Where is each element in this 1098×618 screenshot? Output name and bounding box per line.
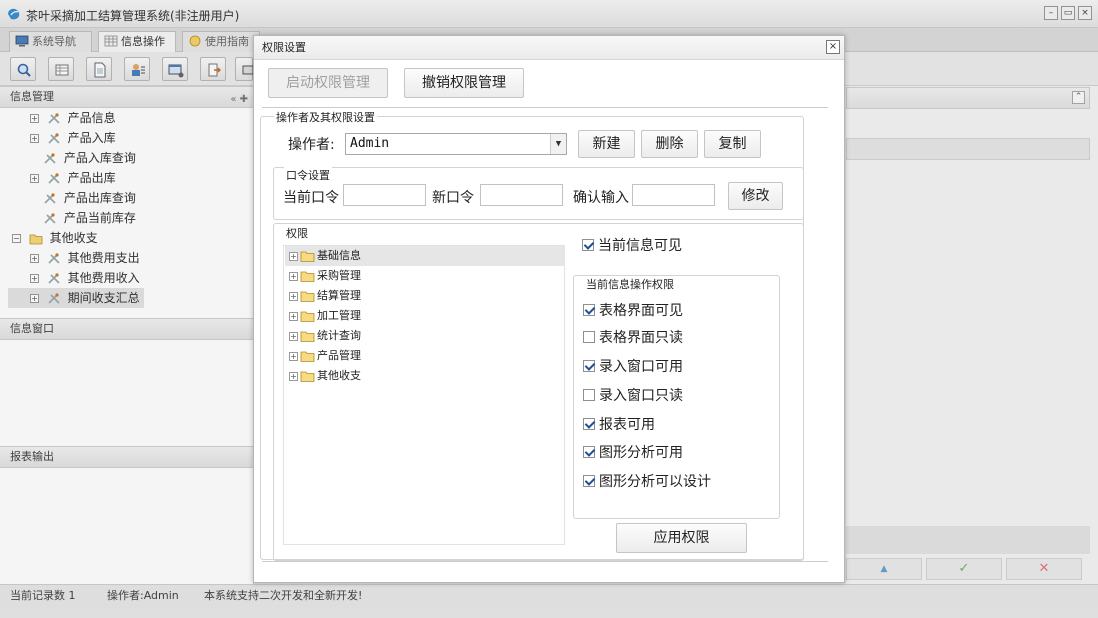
perm-tree-item[interactable]: + 产品管理 [285, 346, 361, 366]
expand-icon[interactable]: + [289, 251, 298, 261]
perm-tree-item[interactable]: + 统计查询 [285, 326, 361, 346]
perm-tree-item[interactable]: + 结算管理 [285, 286, 361, 306]
visible-checkbox[interactable] [582, 239, 594, 251]
new-password-label: 新口令 [432, 190, 474, 206]
folder-icon [300, 351, 315, 362]
operator-label: 操作者: [288, 137, 335, 153]
delete-operator-button[interactable]: 删除 [641, 130, 698, 158]
op-checkbox[interactable] [583, 418, 595, 430]
folder-icon [300, 291, 315, 302]
folder-icon [300, 371, 315, 382]
op-label: 图形分析可以设计 [599, 474, 711, 490]
op-checkbox-row[interactable]: 录入窗口可用 [583, 357, 683, 377]
op-checkbox[interactable] [583, 446, 595, 458]
expand-icon[interactable]: + [289, 311, 298, 321]
revoke-permission-button[interactable]: 撤销权限管理 [404, 68, 524, 98]
perm-tree-label: 产品管理 [317, 349, 361, 362]
op-checkbox-row[interactable]: 录入窗口只读 [583, 386, 683, 406]
copy-operator-button[interactable]: 复制 [704, 130, 761, 158]
permission-section-label: 权限 [284, 225, 310, 241]
operator-value: Admin [350, 136, 390, 151]
op-label: 录入窗口只读 [599, 388, 683, 404]
op-label: 录入窗口可用 [599, 359, 683, 375]
dialog-titlebar: 权限设置 × [254, 36, 844, 60]
confirm-password-field[interactable] [632, 184, 715, 206]
current-password-field[interactable] [343, 184, 426, 206]
op-label: 表格界面可见 [599, 303, 683, 319]
op-label: 表格界面只读 [599, 330, 683, 346]
operator-select[interactable]: Admin ▼ [345, 133, 567, 155]
perm-tree-label: 统计查询 [317, 329, 361, 342]
ops-section-label: 当前信息操作权限 [584, 276, 676, 292]
confirm-password-label: 确认输入 [573, 190, 629, 206]
folder-icon [300, 271, 315, 282]
perm-tree-label: 其他收支 [317, 369, 361, 382]
perm-tree-label: 基础信息 [317, 249, 361, 262]
op-label: 图形分析可用 [599, 445, 683, 461]
enable-permission-button[interactable]: 启动权限管理 [268, 68, 388, 98]
op-checkbox-row[interactable]: 表格界面可见 [583, 301, 683, 321]
op-checkbox[interactable] [583, 389, 595, 401]
expand-icon[interactable]: + [289, 371, 298, 381]
divider-top [262, 107, 828, 108]
expand-icon[interactable]: + [289, 331, 298, 341]
op-label: 报表可用 [599, 417, 655, 433]
perm-tree-item[interactable]: + 采购管理 [285, 266, 361, 286]
visible-checkbox-row[interactable]: 当前信息可见 [582, 236, 682, 256]
perm-tree-label: 采购管理 [317, 269, 361, 282]
op-checkbox-row[interactable]: 图形分析可用 [583, 443, 683, 463]
perm-tree-item[interactable]: + 加工管理 [285, 306, 361, 326]
dialog-title: 权限设置 [262, 41, 306, 54]
chevron-down-icon[interactable]: ▼ [550, 134, 566, 154]
operator-section-label: 操作者及其权限设置 [274, 109, 377, 125]
op-checkbox-row[interactable]: 图形分析可以设计 [583, 472, 711, 492]
new-operator-button[interactable]: 新建 [578, 130, 635, 158]
op-checkbox[interactable] [583, 475, 595, 487]
perm-tree-label: 加工管理 [317, 309, 361, 322]
perm-tree-item[interactable]: + 基础信息 [285, 246, 565, 266]
new-password-field[interactable] [480, 184, 563, 206]
op-checkbox-row[interactable]: 表格界面只读 [583, 328, 683, 348]
expand-icon[interactable]: + [289, 291, 298, 301]
op-checkbox[interactable] [583, 304, 595, 316]
divider-bottom [262, 561, 828, 562]
perm-tree-label: 结算管理 [317, 289, 361, 302]
password-section-label: 口令设置 [284, 167, 332, 183]
apply-permission-button[interactable]: 应用权限 [616, 523, 747, 553]
current-password-label: 当前口令 [283, 190, 339, 206]
op-checkbox[interactable] [583, 331, 595, 343]
folder-icon [300, 331, 315, 342]
expand-icon[interactable]: + [289, 271, 298, 281]
op-checkbox[interactable] [583, 360, 595, 372]
close-icon[interactable]: × [826, 40, 840, 54]
permission-tree: + 基础信息 + 采购管理 + 结算管理 + 加工管理 + 统计查询 + 产品管理 + 其他收… [283, 245, 565, 545]
folder-icon [300, 251, 315, 262]
folder-icon [300, 311, 315, 322]
permission-dialog: 权限设置 × 启动权限管理 撤销权限管理 操作者及其权限设置 操作者: Admi… [253, 35, 845, 583]
visible-checkbox-label: 当前信息可见 [598, 238, 682, 254]
op-checkbox-row[interactable]: 报表可用 [583, 415, 655, 435]
perm-tree-item[interactable]: + 其他收支 [285, 366, 361, 386]
modify-password-button[interactable]: 修改 [728, 182, 783, 210]
expand-icon[interactable]: + [289, 351, 298, 361]
